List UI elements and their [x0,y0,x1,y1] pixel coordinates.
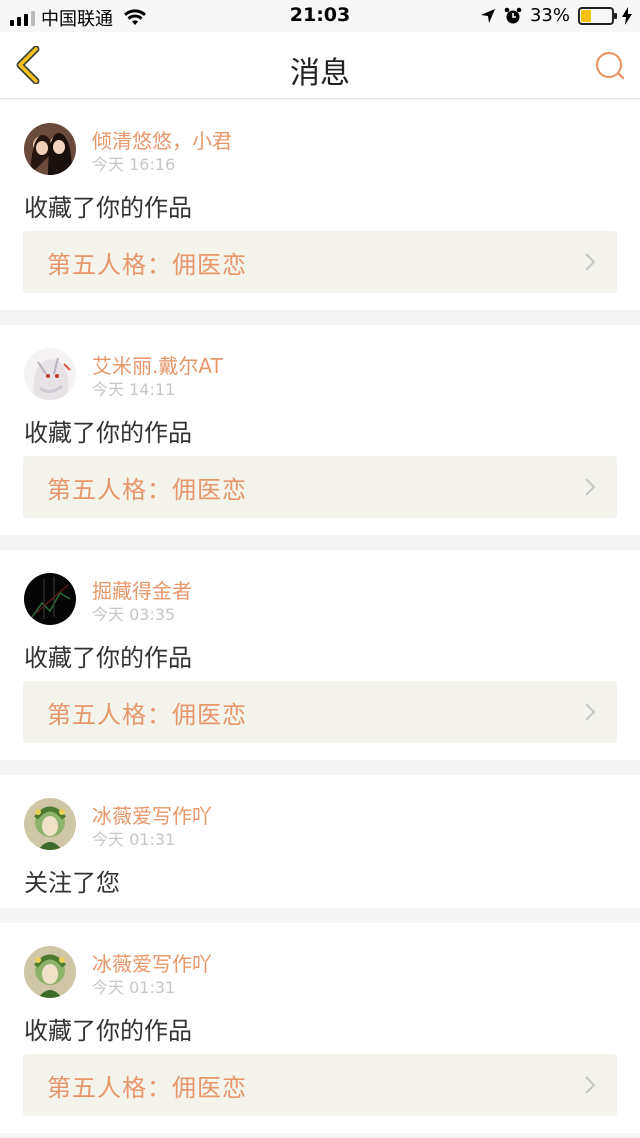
username[interactable]: 掘藏得金者 [92,575,192,604]
chevron-right-icon [585,253,596,271]
avatar[interactable] [24,798,76,850]
page-title: 消息 [290,56,350,91]
message-card: 倾清悠悠，小君 今天 16:16 收藏了你的作品 第五人格：佣医恋 [0,100,640,310]
username[interactable]: 冰薇爱写作吖 [92,948,212,977]
search-icon[interactable] [594,50,626,82]
message-list: 倾清悠悠，小君 今天 16:16 收藏了你的作品 第五人格：佣医恋 艾米丽.戴尔… [0,100,640,1133]
work-link[interactable]: 第五人格：佣医恋 [23,456,617,518]
username[interactable]: 倾清悠悠，小君 [92,125,232,154]
username[interactable]: 艾米丽.戴尔AT [92,350,223,379]
divider [0,760,640,775]
timestamp: 今天 01:31 [92,978,176,997]
avatar[interactable] [24,573,76,625]
action-text: 收藏了你的作品 [24,194,192,222]
divider [0,535,640,550]
timestamp: 今天 03:35 [92,605,176,624]
alarm-icon [504,7,522,23]
chevron-right-icon [585,1076,596,1094]
work-title: 第五人格：佣医恋 [47,700,247,729]
status-bar: 中国联通 21:03 33% [0,0,640,32]
divider [0,908,640,923]
work-title: 第五人格：佣医恋 [47,475,247,504]
username[interactable]: 冰薇爱写作吖 [92,800,212,829]
timestamp: 今天 16:16 [92,155,176,174]
charging-icon [622,6,632,25]
message-card: 冰薇爱写作吖 今天 01:31 关注了您 [0,775,640,908]
message-card: 冰薇爱写作吖 今天 01:31 收藏了你的作品 第五人格：佣医恋 [0,923,640,1133]
message-card: 掘藏得金者 今天 03:35 收藏了你的作品 第五人格：佣医恋 [0,550,640,760]
location-icon [480,8,495,23]
work-title: 第五人格：佣医恋 [47,250,247,279]
work-title: 第五人格：佣医恋 [47,1073,247,1102]
work-link[interactable]: 第五人格：佣医恋 [23,1054,617,1116]
work-link[interactable]: 第五人格：佣医恋 [23,681,617,743]
message-card: 艾米丽.戴尔AT 今天 14:11 收藏了你的作品 第五人格：佣医恋 [0,325,640,535]
action-text: 收藏了你的作品 [24,419,192,447]
action-text: 收藏了你的作品 [24,644,192,672]
divider [0,310,640,325]
battery-icon [578,6,617,25]
action-text: 关注了您 [24,869,120,897]
avatar[interactable] [24,348,76,400]
avatar[interactable] [24,123,76,175]
chevron-right-icon [585,478,596,496]
battery-percent: 33% [529,5,570,26]
chevron-right-icon [585,703,596,721]
action-text: 收藏了你的作品 [24,1017,192,1045]
timestamp: 今天 14:11 [92,380,176,399]
timestamp: 今天 01:31 [92,830,176,849]
status-right: 33% [480,5,632,26]
avatar[interactable] [24,946,76,998]
nav-header: 消息 [0,32,640,99]
work-link[interactable]: 第五人格：佣医恋 [23,231,617,293]
